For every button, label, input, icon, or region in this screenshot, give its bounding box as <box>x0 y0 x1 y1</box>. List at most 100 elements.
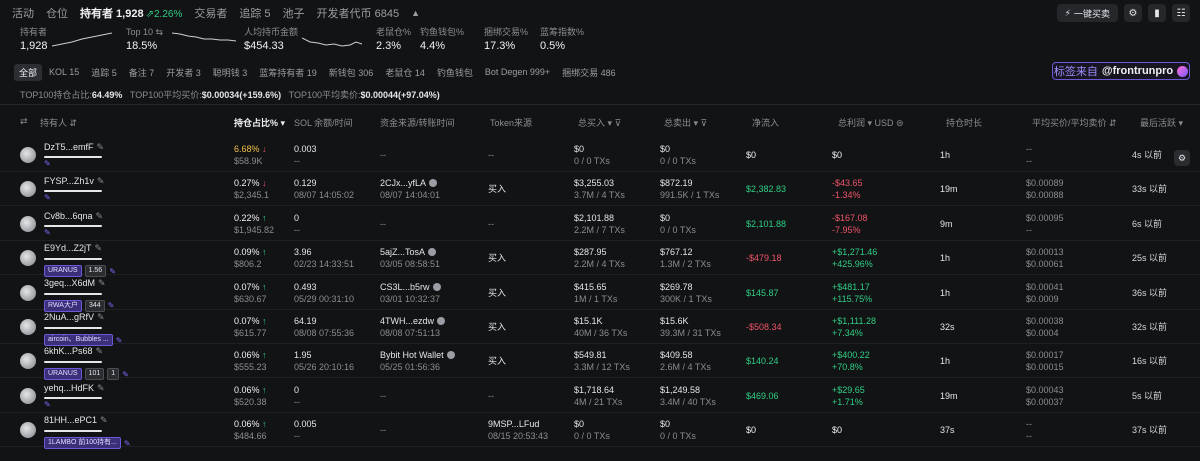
edit-tag-icon[interactable]: ✎ <box>116 336 123 345</box>
tab-tracking[interactable]: 追踪 5 <box>239 5 270 21</box>
avatar[interactable] <box>20 181 36 198</box>
chip-notes[interactable]: 备注 7 <box>124 64 160 81</box>
edit-name-icon[interactable]: ✎ <box>96 211 104 221</box>
avatar[interactable] <box>20 353 36 370</box>
holder-address[interactable]: 81HH...ePC1 ✎ <box>44 415 108 426</box>
edit-tag-icon[interactable]: ✎ <box>122 370 129 379</box>
col-holding-pct[interactable]: 持仓占比% ▾ <box>234 116 285 129</box>
holder-address[interactable]: Cv8b...6qna ✎ <box>44 211 103 222</box>
chip-smart-money[interactable]: 聪明钱 3 <box>208 64 253 81</box>
edit-tag-icon[interactable]: ✎ <box>108 301 115 310</box>
panel-icon[interactable]: ▮ <box>1148 4 1166 22</box>
holder-address[interactable]: yehq...HdFK ✎ <box>44 383 105 394</box>
chip-kol[interactable]: KOL 15 <box>44 65 84 79</box>
fund-source-cell[interactable]: CS3L...b5rw 03/01 10:32:37 <box>380 281 441 305</box>
table-row[interactable]: Cv8b...6qna ✎ ✎ 0.22% ↑ $1,945.82 0 -- -- -- $2,1… <box>0 207 1200 241</box>
tab-activity[interactable]: 活动 <box>12 5 34 21</box>
chip-new-wallets[interactable]: 新钱包 306 <box>324 64 379 81</box>
avg-sell: $0.0009 <box>1026 293 1059 304</box>
edit-tag-icon[interactable]: ✎ <box>44 159 51 168</box>
table-row[interactable]: 6khK...Ps68 ✎ URANUS 101 1 ✎ 0.06% ↑ $555.23 1.9… <box>0 344 1200 381</box>
tab-pools[interactable]: 池子 <box>283 5 305 21</box>
holder-address[interactable]: FYSP...Zh1v ✎ <box>44 176 104 187</box>
holder-address[interactable]: E9Yd...Z2jT ✎ <box>44 243 102 254</box>
fund-source-cell[interactable]: -- <box>380 149 386 161</box>
holder-address[interactable]: 6khK...Ps68 ✎ <box>44 346 103 357</box>
row-action-icon[interactable]: ⚙ <box>1174 150 1190 166</box>
edit-tag-icon[interactable]: ✎ <box>124 439 131 448</box>
edit-tag-icon[interactable]: ✎ <box>44 193 51 202</box>
fund-source-cell[interactable]: 5ajZ...TosA 03/05 08:58:51 <box>380 246 440 270</box>
stat-bluechip: 蓝筹指数% 0.5% <box>540 26 584 54</box>
edit-name-icon[interactable]: ✎ <box>97 383 105 393</box>
avatar[interactable] <box>20 147 36 163</box>
col-avg-price[interactable]: 平均买价/平均卖价 ⇵ <box>1032 116 1117 129</box>
holder-address[interactable]: 3geq...X6dM ✎ <box>44 278 106 289</box>
table-row[interactable]: DzT5...emfF ✎ ✎ 6.68% ↓ $58.9K 0.003 -- -- -- $0 0… <box>0 138 1200 172</box>
fund-source-cell[interactable]: 2CJx...yfLA 08/07 14:04:01 <box>380 177 440 201</box>
total-pnl: +$1,271.46 <box>832 247 878 258</box>
edit-name-icon[interactable]: ✎ <box>96 346 104 356</box>
col-total-bought[interactable]: 总买入 ▾ ⊽ <box>578 116 621 129</box>
chip-bluechip-holders[interactable]: 蓝筹持有者 19 <box>254 64 322 81</box>
tab-positions[interactable]: 仓位 <box>46 5 68 21</box>
fund-source-cell[interactable]: -- <box>380 390 386 402</box>
edit-name-icon[interactable]: ✎ <box>95 243 103 253</box>
avatar[interactable] <box>20 387 36 404</box>
tab-holders[interactable]: 持有者 1,928 ⇗2.26% <box>80 5 182 21</box>
table-row[interactable]: 2NuA...gRfV ✎ aircoin、Bubbles ... ✎ 0.07% ↑ $… <box>0 310 1200 346</box>
fund-source-cell[interactable]: -- <box>380 218 386 230</box>
chip-bundled[interactable]: 捆绑交易 486 <box>557 64 621 81</box>
chip-bot-degen[interactable]: Bot Degen 999+ <box>480 65 555 79</box>
col-total-sold[interactable]: 总卖出 ▾ ⊽ <box>664 116 707 129</box>
fund-source-cell[interactable]: -- <box>380 424 386 436</box>
stat-bundled: 捆绑交易% 17.3% <box>484 26 528 54</box>
tag-source-banner[interactable]: 标签来自 @frontrunpro <box>1052 62 1190 80</box>
avg-buy: $0.00017 <box>1026 350 1064 361</box>
edit-name-icon[interactable]: ✎ <box>97 142 105 152</box>
edit-tag-icon[interactable]: ✎ <box>44 400 51 409</box>
total-sold-cell: $767.12 1.3M / 2 TXs <box>660 246 711 270</box>
avatar[interactable] <box>20 215 36 232</box>
chip-rat-warehouse[interactable]: 老鼠仓 14 <box>380 64 430 81</box>
column-settings-icon[interactable]: ⇄ <box>20 116 28 127</box>
total-bought-cell: $0 0 / 0 TXs <box>574 418 610 442</box>
chip-phishing[interactable]: 钓鱼钱包 <box>432 64 478 81</box>
avatar[interactable] <box>20 422 36 439</box>
edit-name-icon[interactable]: ✎ <box>98 278 106 288</box>
holding-pct-value: 0.07% <box>234 281 260 292</box>
table-row[interactable]: FYSP...Zh1v ✎ ✎ 0.27% ↓ $2,345.1 0.129 08/07 1… <box>0 172 1200 207</box>
edit-name-icon[interactable]: ✎ <box>100 415 108 425</box>
edit-tag-icon[interactable]: ✎ <box>109 267 116 276</box>
holding-pct-cell: 0.27% ↓ $2,345.1 <box>234 177 269 201</box>
tab-dev-tokens[interactable]: 开发者代币 6845 <box>317 5 400 21</box>
chip-developer[interactable]: 开发者 3 <box>161 64 206 81</box>
table-row[interactable]: E9Yd...Z2jT ✎ URANUS 1.56 ✎ 0.09% ↑ $806.2 3.96… <box>0 241 1200 278</box>
layout-icon[interactable]: ☷ <box>1172 4 1190 22</box>
holder-address[interactable]: DzT5...emfF ✎ <box>44 142 104 153</box>
fund-source-cell[interactable]: 4TWH...ezdw 08/08 07:51:13 <box>380 315 446 339</box>
quick-trade-button[interactable]: ⚡ 一键买卖 <box>1056 4 1118 22</box>
table-row[interactable]: 3geq...X6dM ✎ RWA大户 344 ✎ 0.07% ↑ $630.67 0.493… <box>0 276 1200 312</box>
avatar[interactable] <box>20 319 36 335</box>
edit-name-icon[interactable]: ✎ <box>97 176 105 186</box>
fund-source-cell[interactable]: Bybit Hot Wallet 05/25 01:56:36 <box>380 349 455 373</box>
table-row[interactable]: 81HH...ePC1 ✎ 1LAMBO 前100持有... ✎ 0.06% ↑ $484… <box>0 413 1200 450</box>
holding-trend-icon: ↓ <box>262 144 267 154</box>
col-last-active[interactable]: 最后活跃 ▾ <box>1140 116 1183 129</box>
avatar[interactable] <box>20 250 36 267</box>
holder-address[interactable]: 2NuA...gRfV ✎ <box>44 312 105 323</box>
collapse-caret-icon[interactable]: ▲ <box>411 8 420 18</box>
table-row[interactable]: yehq...HdFK ✎ ✎ 0.06% ↑ $520.38 0 -- -- -- $1,718… <box>0 379 1200 413</box>
tab-traders[interactable]: 交易者 <box>194 5 227 21</box>
col-total-pnl[interactable]: 总利润 ▾ USD ⊜ <box>838 116 904 129</box>
stat-label: 蓝筹指数% <box>540 27 585 37</box>
col-holder[interactable]: 持有人 ⇵ <box>40 116 77 129</box>
edit-name-icon[interactable]: ✎ <box>97 312 105 322</box>
settings-icon[interactable]: ⚙ <box>1124 4 1142 22</box>
chip-all[interactable]: 全部 <box>14 63 43 81</box>
edit-tag-icon[interactable]: ✎ <box>44 228 51 237</box>
chip-tracking[interactable]: 追踪 5 <box>86 64 122 81</box>
holding-pct: 0.06% ↑ <box>234 418 267 430</box>
avatar[interactable] <box>20 284 36 301</box>
